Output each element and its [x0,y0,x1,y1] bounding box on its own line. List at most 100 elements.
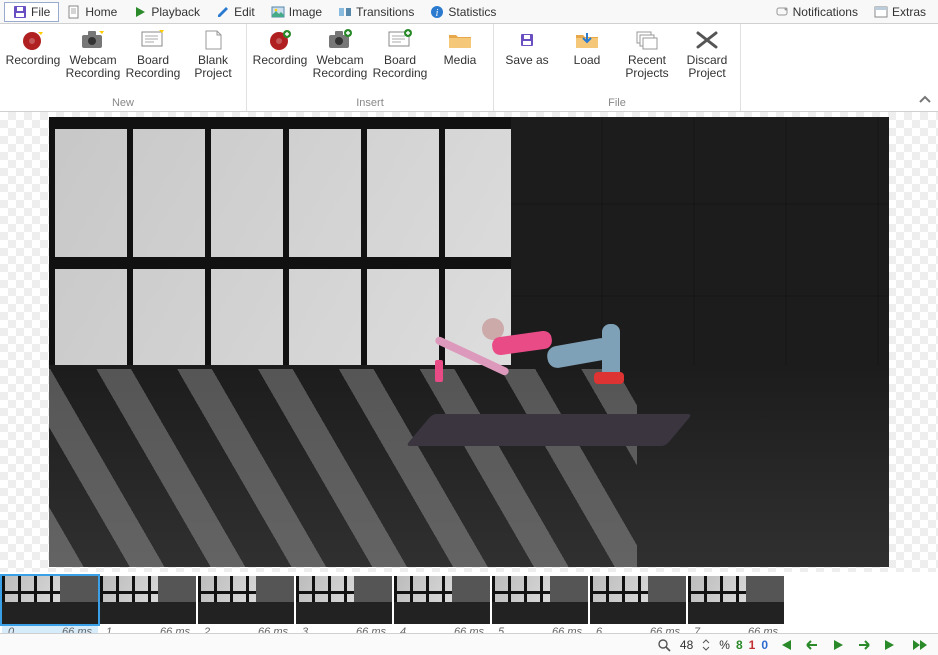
menu-right-extras[interactable]: Extras [866,3,934,21]
info-icon: i [430,5,444,19]
transitions-icon [338,5,352,19]
zoom-value: 48 [680,638,693,652]
ribbon-button-label: Media [444,54,477,67]
menu-tab-edit[interactable]: Edit [208,2,263,22]
menu-tab-file[interactable]: File [4,2,59,22]
ribbon-recording-button[interactable]: Recording [4,26,62,82]
menu-tab-statistics[interactable]: i Statistics [422,2,504,22]
load-icon [573,28,601,52]
preview-area [0,112,938,572]
board-icon [139,28,167,52]
frame-thumbnail[interactable]: 366 ms [296,576,392,640]
menu-right-label: Notifications [793,5,858,19]
frame-thumbnail[interactable]: 066 ms [2,576,98,640]
nav-last-button[interactable] [880,638,902,652]
ribbon: RecordingWebcam RecordingBoard Recording… [0,24,938,112]
ribbon-button-label: Recent Projects [620,54,674,80]
image-icon [271,5,285,19]
window-icon [874,5,888,19]
menu-tab-label: File [31,5,50,19]
ribbon-group-label: File [608,97,626,111]
ribbon-button-label: Webcam Recording [313,54,368,80]
menu-tab-transitions[interactable]: Transitions [330,2,422,22]
thumbnail-image [492,576,588,624]
menu-tab-playback[interactable]: Playback [125,2,208,22]
thumbnail-image [590,576,686,624]
ribbon-board-recording-button[interactable]: Board Recording [124,26,182,82]
nav-end-button[interactable] [908,638,932,652]
ribbon-board-recording-button[interactable]: Board Recording [371,26,429,82]
ribbon-webcam-recording-button[interactable]: Webcam Recording [64,26,122,82]
thumbnail-image [394,576,490,624]
thumbnail-image [688,576,784,624]
frame-thumbnail[interactable]: 166 ms [100,576,196,640]
webcam-icon [79,28,107,52]
discard-icon [693,28,721,52]
play-icon [133,5,147,19]
bell-icon [775,5,789,19]
blank-icon [199,28,227,52]
ribbon-button-label: Recording [6,54,61,67]
frame-thumbnail[interactable]: 566 ms [492,576,588,640]
zoom-stepper[interactable] [699,638,713,652]
svg-text:i: i [436,8,439,19]
thumbnail-image [100,576,196,624]
ribbon-load-button[interactable]: Load [558,26,616,82]
ribbon-save-as-button[interactable]: Save as [498,26,556,82]
save-as-icon [513,28,541,52]
zoom-icon[interactable] [654,638,674,652]
ribbon-collapse-button[interactable] [918,93,932,107]
ribbon-group-label: New [112,97,134,111]
frame-thumbnail[interactable]: 766 ms [688,576,784,640]
nav-prev-button[interactable] [802,638,822,652]
play-button[interactable] [828,638,848,652]
frame-thumbnail[interactable]: 666 ms [590,576,686,640]
menu-tab-home[interactable]: Home [59,2,125,22]
ribbon-group-label: Insert [356,97,384,111]
record-icon [19,28,47,52]
webcam-add-icon [326,28,354,52]
menu-tab-label: Statistics [448,5,496,19]
ribbon-webcam-recording-button[interactable]: Webcam Recording [311,26,369,82]
ribbon-discard-project-button[interactable]: Discard Project [678,26,736,82]
thumbnail-image [2,576,98,624]
folder-icon [446,28,474,52]
ribbon-group-insert: RecordingWebcam RecordingBoard Recording… [247,24,494,111]
frame-thumbnail[interactable]: 266 ms [198,576,294,640]
ribbon-group-new: RecordingWebcam RecordingBoard Recording… [0,24,247,111]
ribbon-button-label: Save as [505,54,548,67]
preview-frame[interactable] [49,117,889,567]
frame-thumbnail-strip: 066 ms166 ms266 ms366 ms466 ms566 ms666 … [0,572,938,640]
pencil-icon [216,5,230,19]
menu-tab-label: Home [85,5,117,19]
counter-a: 8 [736,638,743,652]
menu-tab-label: Image [289,5,322,19]
menu-tab-label: Playback [151,5,200,19]
ribbon-recent-projects-button[interactable]: Recent Projects [618,26,676,82]
menu-right-label: Extras [892,5,926,19]
ribbon-button-label: Discard Project [680,54,734,80]
menu-right-notifications[interactable]: Notifications [767,3,866,21]
nav-first-button[interactable] [774,638,796,652]
counter-b: 1 [749,638,756,652]
menu-tab-label: Transitions [356,5,414,19]
board-add-icon [386,28,414,52]
ribbon-blank-project-button[interactable]: Blank Project [184,26,242,82]
ribbon-group-file: Save as Load Recent ProjectsDiscard Projec… [494,24,741,111]
ribbon-button-label: Board Recording [126,54,181,80]
ribbon-button-label: Load [574,54,601,67]
record-add-icon [266,28,294,52]
doc-icon [67,5,81,19]
recent-icon [633,28,661,52]
frame-thumbnail[interactable]: 466 ms [394,576,490,640]
status-bar: 48 % 8 1 0 [0,633,938,655]
ribbon-button-label: Blank Project [186,54,240,80]
menu-tab-label: Edit [234,5,255,19]
ribbon-recording-button[interactable]: Recording [251,26,309,82]
nav-next-button[interactable] [854,638,874,652]
counter-c: 0 [761,638,768,652]
thumbnail-image [198,576,294,624]
ribbon-media-button[interactable]: Media [431,26,489,82]
menu-tab-image[interactable]: Image [263,2,330,22]
ribbon-button-label: Board Recording [373,54,428,80]
